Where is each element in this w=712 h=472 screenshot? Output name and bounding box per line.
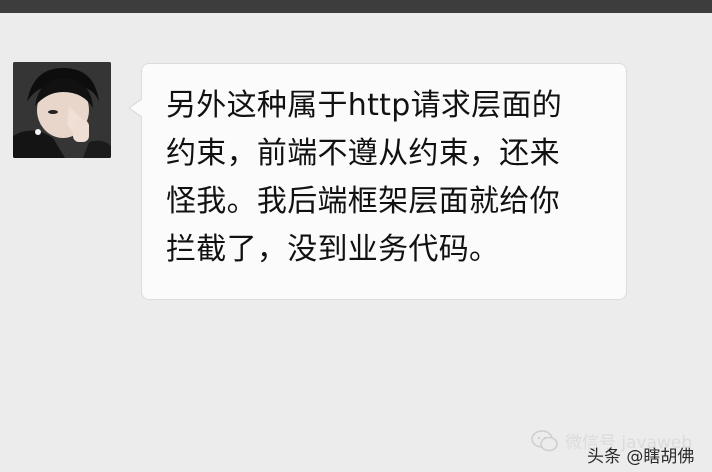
avatar[interactable] — [13, 62, 111, 158]
message-line: 拦截了，没到业务代码。 — [166, 232, 500, 267]
watermark-toutiao-handle: 头条 @瞎胡佛 — [587, 447, 695, 467]
window-top-bar — [0, 0, 712, 13]
bubble-tail-fill — [130, 99, 143, 117]
message-line: 怪我。我后端框架层面就给你 — [166, 184, 560, 219]
message-line: 约束，前端不遵从约束，还来 — [166, 136, 560, 171]
wechat-icon — [531, 430, 558, 452]
message-text: 另外这种属于http请求层面的 约束，前端不遵从约束，还来 怪我。我后端框架层面… — [166, 82, 606, 274]
avatar-photo-icon — [13, 62, 111, 158]
watermark: 微信号 javaweb 头条 @瞎胡佛 — [527, 426, 712, 467]
message-line: 另外这种属于http请求层面的 — [166, 88, 563, 123]
